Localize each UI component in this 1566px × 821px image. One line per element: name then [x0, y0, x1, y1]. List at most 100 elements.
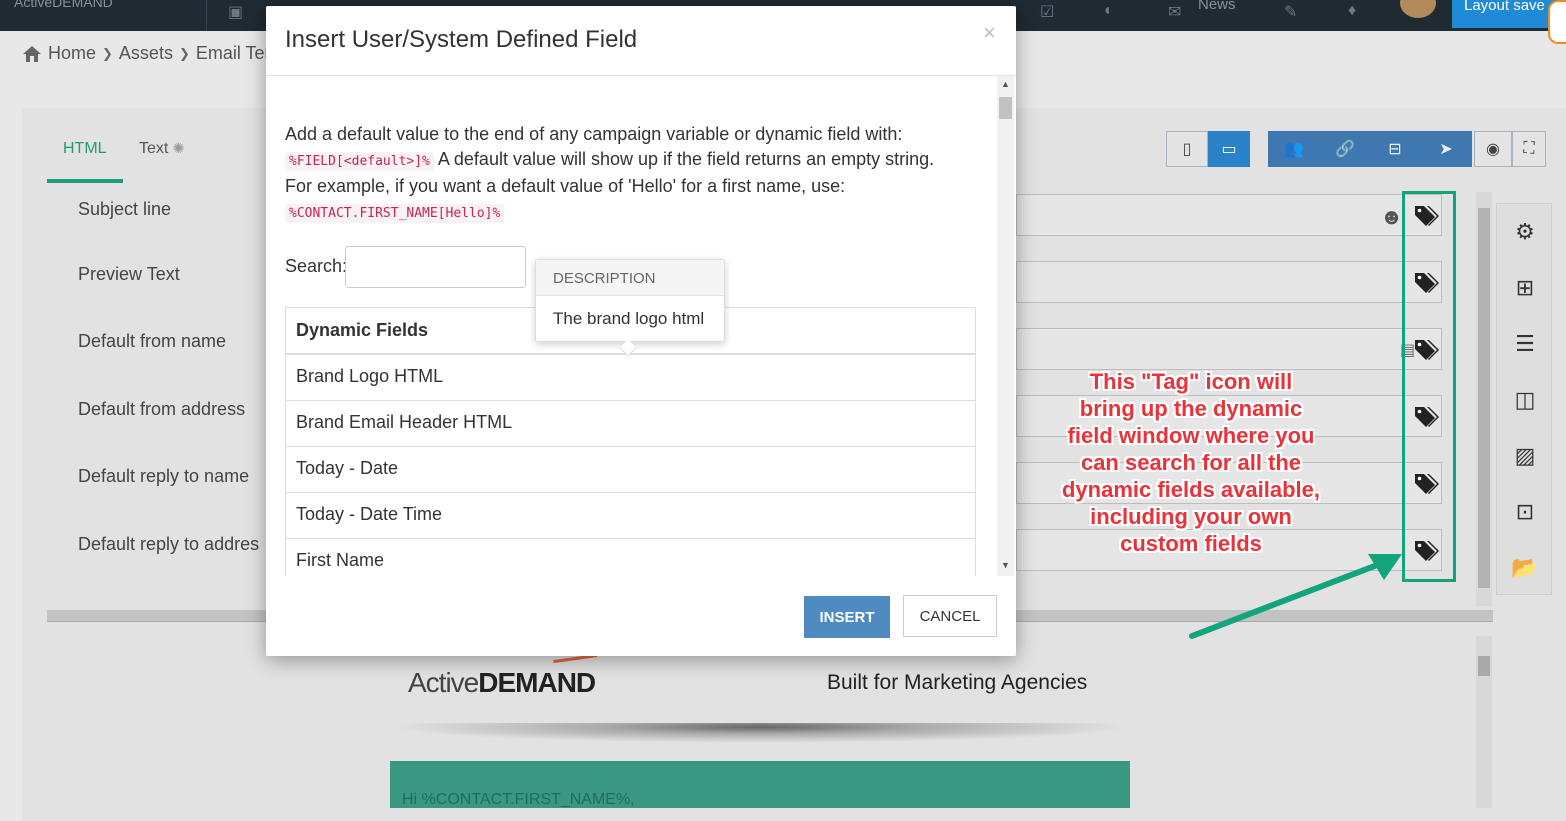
- email-preview: ActiveDEMAND Built for Marketing Agencie…: [390, 654, 1130, 808]
- cancel-button[interactable]: CANCEL: [903, 595, 997, 637]
- field-label-preview-text: Preview Text: [78, 264, 180, 284]
- table-row[interactable]: Brand Logo HTML: [286, 355, 975, 401]
- search-label: Search:: [285, 256, 348, 276]
- email-greeting: Hi %CONTACT.FIRST_NAME%,: [402, 791, 635, 808]
- insert-button[interactable]: INSERT: [804, 596, 890, 638]
- help-line-1: Add a default value to the end of any ca…: [285, 124, 903, 144]
- tooltip-body: The brand logo html: [553, 309, 705, 328]
- table-row[interactable]: Today - Date: [286, 447, 975, 493]
- toggle-icon[interactable]: ◐: [1104, 2, 1114, 20]
- sitemap-icon: ⊞: [1515, 275, 1535, 300]
- folder-tool[interactable]: 📂: [1497, 540, 1553, 596]
- modal-scrollbar[interactable]: ▲ ▼: [997, 76, 1014, 576]
- link-icon: 🔗: [1335, 141, 1355, 158]
- tag-icons-highlight: [1402, 191, 1456, 582]
- field-label-from-address: Default from address: [78, 399, 246, 419]
- scroll-down-icon[interactable]: ▼: [1001, 560, 1010, 570]
- device-toolbar: ▯ ▭: [1166, 131, 1250, 167]
- columns-icon: ◫: [1514, 387, 1536, 412]
- fields-scrollbar[interactable]: [1476, 192, 1492, 606]
- send-button[interactable]: ➤: [1420, 131, 1472, 167]
- brand-logo[interactable]: ActiveDEMAND: [14, 0, 113, 10]
- bell-icon[interactable]: ♦: [1348, 2, 1356, 20]
- inbox-button[interactable]: ⊟: [1370, 131, 1420, 167]
- modal-body: Add a default value to the end of any ca…: [266, 76, 1016, 576]
- help-code-example: %CONTACT.FIRST_NAME[Hello]%: [285, 204, 505, 223]
- field-label-from-name: Default from name: [78, 331, 227, 351]
- logo-light-text: Active: [408, 667, 479, 698]
- inbox-icon: ⊟: [1388, 141, 1402, 158]
- table-row[interactable]: First Name: [286, 539, 975, 576]
- table-row[interactable]: Today - Date Time: [286, 493, 975, 539]
- chat-widget-edge[interactable]: [1548, 0, 1566, 44]
- table-row[interactable]: Brand Email Header HTML: [286, 401, 975, 447]
- mobile-view-button[interactable]: ▯: [1166, 131, 1208, 167]
- expand-icon: ⛶: [1523, 140, 1535, 157]
- preview-button[interactable]: ◉: [1474, 131, 1512, 167]
- annotation-arrow: [1189, 554, 1402, 639]
- subject-input[interactable]: [1016, 194, 1442, 236]
- modal-footer: INSERT CANCEL: [266, 576, 1016, 656]
- logo-bold-text: DEMAND: [478, 667, 596, 698]
- description-tooltip: DESCRIPTION The brand logo html: [535, 259, 725, 357]
- field-label-reply-name: Default reply to name: [78, 466, 250, 486]
- view-toolbar: ◉ ⛶: [1474, 131, 1546, 167]
- search-input[interactable]: [345, 246, 526, 288]
- pencil-icon[interactable]: ✎: [1284, 2, 1297, 22]
- breadcrumb-email-templates[interactable]: Email Ter: [196, 43, 271, 64]
- desktop-icon: ▭: [1221, 141, 1237, 158]
- scrollbar-thumb[interactable]: [1478, 656, 1490, 676]
- close-button[interactable]: ×: [983, 20, 996, 46]
- help-text: Add a default value to the end of any ca…: [285, 122, 985, 226]
- from-name-input[interactable]: [1016, 328, 1442, 370]
- eye-icon: ◉: [1486, 141, 1500, 158]
- side-toolbox: ⚙ ⊞ ☰ ◫ ▨ ⊡ 📂: [1496, 203, 1552, 595]
- home-icon: [23, 45, 41, 62]
- paper-plane-icon: ➤: [1439, 141, 1453, 158]
- nav-divider: [206, 0, 207, 31]
- columns-tool[interactable]: ◫: [1497, 372, 1553, 428]
- scrollbar-thumb[interactable]: [999, 97, 1012, 119]
- help-line-2: A default value will show up if the fiel…: [433, 149, 935, 169]
- sliders-icon: ☰: [1515, 331, 1535, 356]
- scroll-up-icon[interactable]: ▲: [1001, 79, 1010, 89]
- tab-text[interactable]: Text ✺: [139, 140, 185, 158]
- active-tab-indicator: [47, 179, 123, 183]
- tab-text-label: Text: [139, 140, 169, 157]
- modal-header: Insert User/System Defined Field ×: [266, 6, 1016, 76]
- fullscreen-button[interactable]: ⛶: [1512, 131, 1546, 167]
- apps-icon[interactable]: ▣: [228, 2, 243, 22]
- structure-tool[interactable]: ⊞: [1497, 260, 1553, 316]
- insert-field-modal: Insert User/System Defined Field × Add a…: [266, 6, 1016, 656]
- link-button[interactable]: 🔗: [1320, 131, 1370, 167]
- users-icon: 👥: [1284, 141, 1304, 158]
- annotation-callout: This "Tag" icon will bring up the dynami…: [1061, 369, 1320, 556]
- megaphone-icon[interactable]: ✉: [1168, 2, 1181, 22]
- settings-tool[interactable]: ⚙: [1497, 204, 1553, 260]
- breadcrumb-home[interactable]: Home: [48, 43, 96, 64]
- preview-scrollbar[interactable]: [1476, 636, 1492, 808]
- desktop-view-button[interactable]: ▭: [1208, 131, 1250, 167]
- crop-icon: ⊡: [1515, 499, 1535, 524]
- tab-html[interactable]: HTML: [63, 140, 107, 158]
- user-avatar[interactable]: [1400, 0, 1436, 18]
- breadcrumb-assets[interactable]: Assets: [119, 43, 173, 64]
- tooltip-header: DESCRIPTION: [536, 260, 724, 296]
- help-line-3: For example, if you want a default value…: [285, 176, 846, 196]
- contacts-button[interactable]: 👥: [1268, 131, 1320, 167]
- scrollbar-thumb[interactable]: [1478, 208, 1490, 588]
- preview-text-input[interactable]: [1016, 261, 1442, 303]
- email-body-block[interactable]: Hi %CONTACT.FIRST_NAME%,: [390, 761, 1130, 808]
- tasks-icon[interactable]: ☑: [1040, 2, 1054, 22]
- sliders-tool[interactable]: ☰: [1497, 316, 1553, 372]
- chevron-right-icon: ❯: [178, 45, 190, 61]
- spinner-icon: ✺: [172, 140, 185, 156]
- crop-tool[interactable]: ⊡: [1497, 484, 1553, 540]
- folder-open-icon: 📂: [1511, 555, 1539, 580]
- image-tool[interactable]: ▨: [1497, 428, 1553, 484]
- emoji-icon[interactable]: ☻: [1380, 204, 1403, 230]
- image-icon: ▨: [1514, 443, 1536, 468]
- news-link[interactable]: News: [1198, 0, 1236, 13]
- email-tagline: Built for Marketing Agencies: [827, 671, 1088, 694]
- field-label-reply-address: Default reply to addres: [78, 534, 260, 554]
